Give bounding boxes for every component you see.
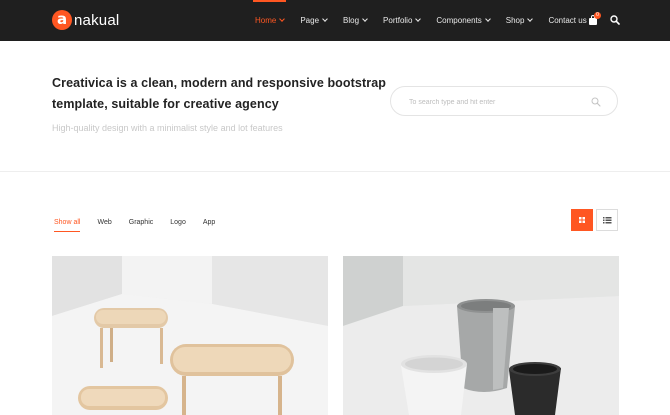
chevron-down-icon xyxy=(484,16,491,22)
nav-item-label: Blog xyxy=(343,16,360,25)
hero-title: Creativica is a clean, modern and respon… xyxy=(52,76,386,111)
portfolio-filters: Show all Web Graphic Logo App xyxy=(54,219,232,232)
wooden-side-tables-image xyxy=(52,256,328,415)
section-divider xyxy=(0,171,670,172)
search-box[interactable] xyxy=(390,86,618,116)
portfolio-item-tables[interactable] xyxy=(52,256,328,415)
search-input[interactable] xyxy=(409,95,589,109)
chevron-down-icon xyxy=(362,16,368,22)
grid-view-button[interactable] xyxy=(571,209,593,231)
cart-count-badge: 0 xyxy=(594,12,601,19)
nav-item-label: Home xyxy=(255,16,277,25)
list-view-button[interactable] xyxy=(596,209,618,231)
chevron-down-icon xyxy=(322,16,328,22)
chevron-down-icon xyxy=(279,16,286,22)
nav-item-page[interactable]: Page xyxy=(300,0,328,41)
ceramic-cups-image xyxy=(343,256,619,415)
nav-item-shop[interactable]: Shop xyxy=(505,0,534,41)
logo-text: nakual xyxy=(74,11,120,29)
nav-item-portfolio[interactable]: Portfolio xyxy=(383,0,422,41)
brand-logo[interactable]: a nakual xyxy=(52,10,119,30)
chevron-down-icon xyxy=(527,16,534,22)
logo-mark: a xyxy=(52,10,72,30)
hero-subtitle: High-quality design with a minimalist st… xyxy=(52,123,283,133)
bag-body xyxy=(589,18,597,25)
filter-logo[interactable]: Logo xyxy=(170,219,186,232)
top-navbar: a nakual Home Page Blog Portfolio Compon… xyxy=(0,0,670,41)
search-icon[interactable] xyxy=(591,97,601,107)
nav-item-label: Contact us xyxy=(548,16,587,25)
portfolio-item-cups[interactable] xyxy=(343,256,619,415)
nav-item-label: Page xyxy=(300,16,320,25)
filter-web[interactable]: Web xyxy=(97,219,111,232)
main-nav: Home Page Blog Portfolio Components Shop… xyxy=(252,0,603,41)
nav-item-label: Shop xyxy=(505,16,525,25)
chevron-down-icon xyxy=(415,16,422,22)
nav-item-label: Portfolio xyxy=(383,16,413,25)
list-view-icon xyxy=(603,217,612,224)
nav-item-label: Components xyxy=(436,16,482,25)
filter-app[interactable]: App xyxy=(203,219,215,232)
search-icon[interactable] xyxy=(610,15,620,25)
nav-item-blog[interactable]: Blog xyxy=(343,0,368,41)
nav-item-home[interactable]: Home xyxy=(252,0,287,41)
nav-item-components[interactable]: Components xyxy=(436,0,491,41)
grid-view-icon xyxy=(579,217,585,223)
filter-show-all[interactable]: Show all xyxy=(54,219,81,232)
filter-graphic[interactable]: Graphic xyxy=(129,219,154,232)
nav-item-contact[interactable]: Contact us xyxy=(548,0,586,41)
